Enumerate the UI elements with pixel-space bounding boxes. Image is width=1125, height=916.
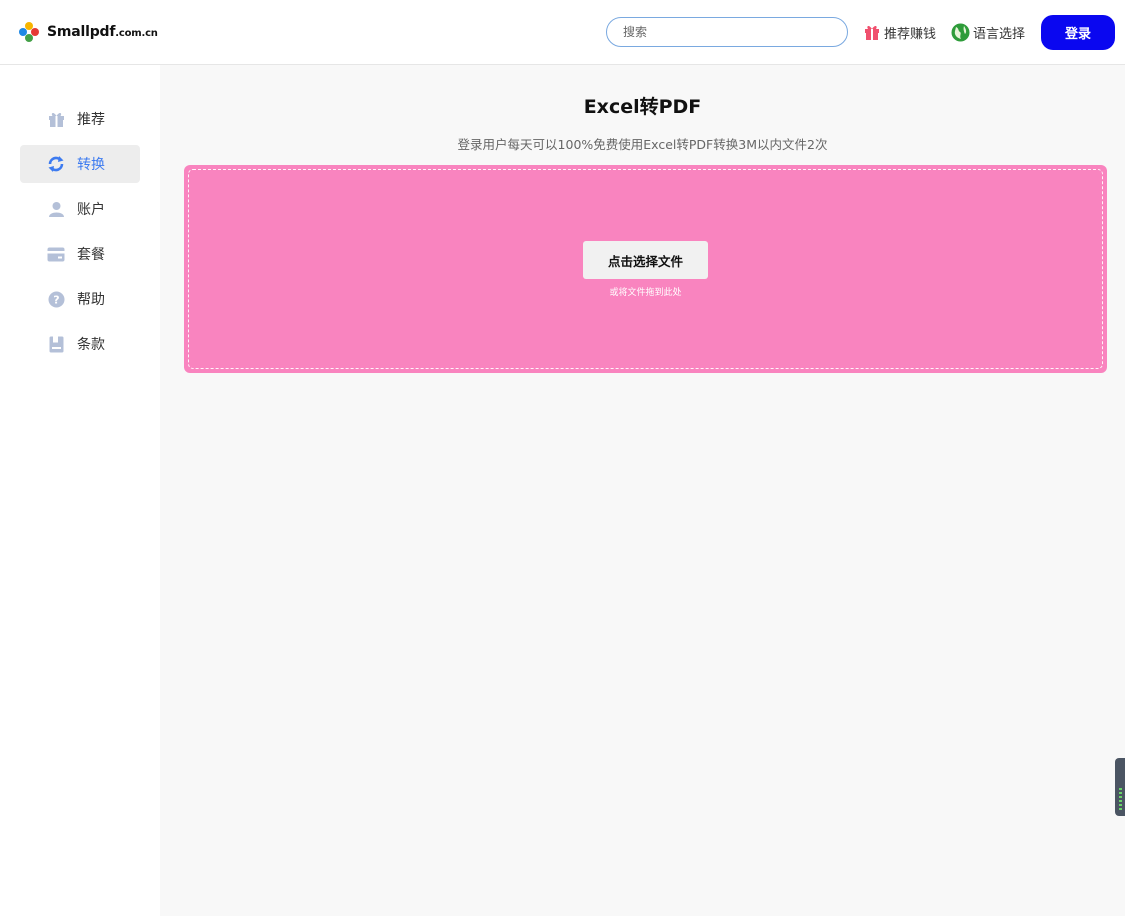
search-input[interactable] [606, 17, 848, 47]
sidebar-item-label: 账户 [77, 202, 105, 218]
page-title: Excel转PDF [583, 96, 702, 118]
language-label: 语言选择 [973, 26, 1026, 42]
convert-icon [47, 155, 65, 173]
choose-file-button[interactable]: 点击选择文件 [583, 241, 708, 279]
floating-side-widget[interactable] [1115, 758, 1125, 816]
document-icon [47, 335, 65, 353]
drop-hint: 或将文件拖到此处 [609, 288, 682, 298]
top-header: Smallpdf.com.cn 推荐赚钱 语言选择 登录 [0, 0, 1125, 65]
page-subtitle: 登录用户每天可以100%免费使用Excel转PDF转换3M以内文件2次 [457, 137, 828, 152]
main-content: Excel转PDF 登录用户每天可以100%免费使用Excel转PDF转换3M以… [160, 65, 1125, 916]
sidebar-item-plans[interactable]: 套餐 [20, 235, 140, 273]
card-icon [47, 245, 65, 263]
logo[interactable]: Smallpdf.com.cn [19, 22, 158, 42]
sidebar-item-account[interactable]: 账户 [20, 190, 140, 228]
gift-icon [47, 110, 65, 128]
sidebar-item-label: 转换 [77, 157, 105, 173]
help-icon: ? [47, 290, 65, 308]
sidebar-item-recommend[interactable]: 推荐 [20, 100, 140, 138]
sidebar-item-label: 套餐 [77, 247, 105, 263]
referral-label: 推荐赚钱 [884, 26, 937, 42]
sidebar-item-label: 帮助 [77, 292, 105, 308]
sidebar-item-help[interactable]: ? 帮助 [20, 280, 140, 318]
logo-icon [19, 22, 39, 42]
sidebar: 推荐 转换 账户 套餐 ? 帮助 条款 [0, 65, 160, 916]
sidebar-item-label: 推荐 [77, 112, 105, 128]
file-dropzone[interactable]: 点击选择文件 或将文件拖到此处 [184, 165, 1107, 373]
logo-text: Smallpdf.com.cn [47, 24, 158, 40]
referral-link[interactable]: 推荐赚钱 [863, 22, 936, 42]
svg-text:?: ? [53, 293, 59, 306]
sidebar-item-convert[interactable]: 转换 [20, 145, 140, 183]
login-button[interactable]: 登录 [1041, 15, 1115, 50]
globe-icon [951, 23, 970, 41]
language-selector[interactable]: 语言选择 [951, 22, 1025, 42]
sidebar-item-terms[interactable]: 条款 [20, 325, 140, 363]
user-icon [47, 200, 65, 218]
sidebar-item-label: 条款 [77, 337, 105, 353]
gift-icon [865, 25, 879, 40]
